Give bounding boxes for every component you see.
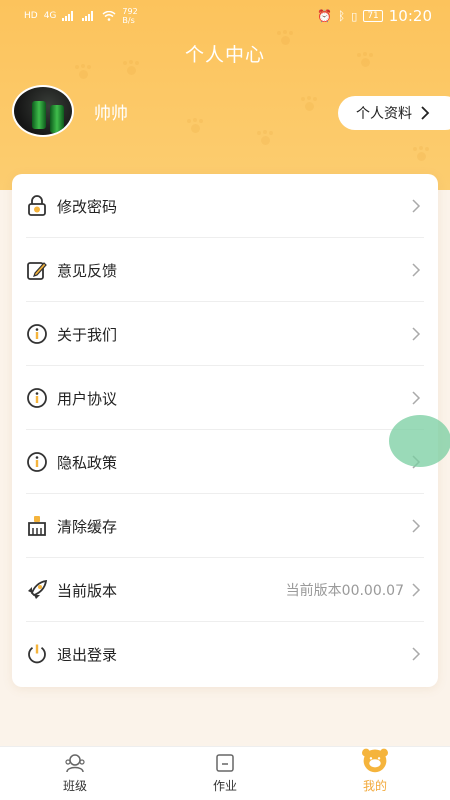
chevron-right-icon [412,647,421,661]
paw-decoration [412,146,430,162]
menu-item-label: 意见反馈 [57,261,118,280]
tab-class[interactable]: 班级 [0,747,150,800]
floating-assistive-button[interactable] [389,415,450,467]
paw-decoration [256,130,274,146]
chevron-right-icon [412,327,421,341]
alarm-icon: ⏰ [317,9,333,23]
wifi-icon [102,11,116,21]
network-type: 4G [43,11,57,21]
class-icon [65,754,85,773]
chevron-right-icon [412,583,421,597]
bluetooth-icon: ᛒ [338,9,346,23]
edit-icon [26,259,48,281]
avatar-image [32,101,46,129]
menu-item-clear-cache[interactable]: 清除缓存 [12,494,438,558]
menu-item-label: 退出登录 [57,645,118,664]
tab-mine[interactable]: 我的 [300,747,450,800]
info-icon [26,387,48,409]
signal-icon [82,11,94,21]
status-bar-left: HD 4G 792 B/s [24,7,138,25]
status-bar: HD 4G 792 B/s ⏰ ᛒ ▯ 71 10:20 [0,0,450,32]
tab-homework[interactable]: 作业 [150,747,300,800]
menu-item-logout[interactable]: 退出登录 [12,622,438,686]
clock: 10:20 [388,7,432,25]
tab-label: 班级 [62,779,87,793]
menu-item-label: 用户协议 [57,389,118,408]
menu-item-feedback[interactable]: 意见反馈 [12,238,438,302]
lock-icon [26,195,48,217]
status-bar-right: ⏰ ᛒ ▯ 71 10:20 [317,7,432,25]
sim-label: HD [24,11,38,21]
avatar[interactable] [12,85,74,137]
chevron-right-icon [412,199,421,213]
bear-icon [362,748,388,773]
info-icon [26,323,48,345]
power-icon [26,643,48,665]
chevron-right-icon [412,391,421,405]
rocket-icon [26,579,48,601]
menu-item-about-us[interactable]: 关于我们 [12,302,438,366]
menu-card: 修改密码 意见反馈 关于我们 用户协议 隐私政策 清除缓存 当前版本 当前版本0… [12,174,438,687]
tab-label: 我的 [362,779,387,793]
version-value: 当前版本00.00.07 [285,583,404,599]
paw-decoration [186,118,204,134]
page-title: 个人中心 [184,44,265,66]
menu-item-label: 当前版本 [57,581,118,600]
chevron-right-icon [421,106,430,120]
menu-item-current-version[interactable]: 当前版本 当前版本00.00.07 [12,558,438,622]
menu-item-privacy-policy[interactable]: 隐私政策 [12,430,438,494]
profile-button[interactable]: 个人资料 [338,96,450,130]
avatar-image [50,105,64,133]
menu-item-label: 清除缓存 [57,517,118,536]
vibrate-icon: ▯ [351,9,358,23]
menu-item-change-password[interactable]: 修改密码 [12,174,438,238]
menu-item-label: 关于我们 [57,325,118,344]
chevron-right-icon [412,519,421,533]
username: 帅帅 [94,104,128,124]
signal-icon [62,11,74,21]
paw-decoration [300,96,318,112]
homework-icon [216,754,234,772]
profile-button-label: 个人资料 [356,106,412,122]
menu-item-label: 修改密码 [57,197,118,216]
battery-indicator: 71 [363,10,383,22]
tab-label: 作业 [212,779,237,793]
bottom-tab-bar: 班级 作业 我的 [0,746,450,800]
menu-item-label: 隐私政策 [57,453,118,472]
menu-item-user-agreement[interactable]: 用户协议 [12,366,438,430]
info-icon [26,451,48,473]
chevron-right-icon [412,263,421,277]
broom-icon [26,515,48,537]
net-speed: 792 B/s [122,7,138,25]
